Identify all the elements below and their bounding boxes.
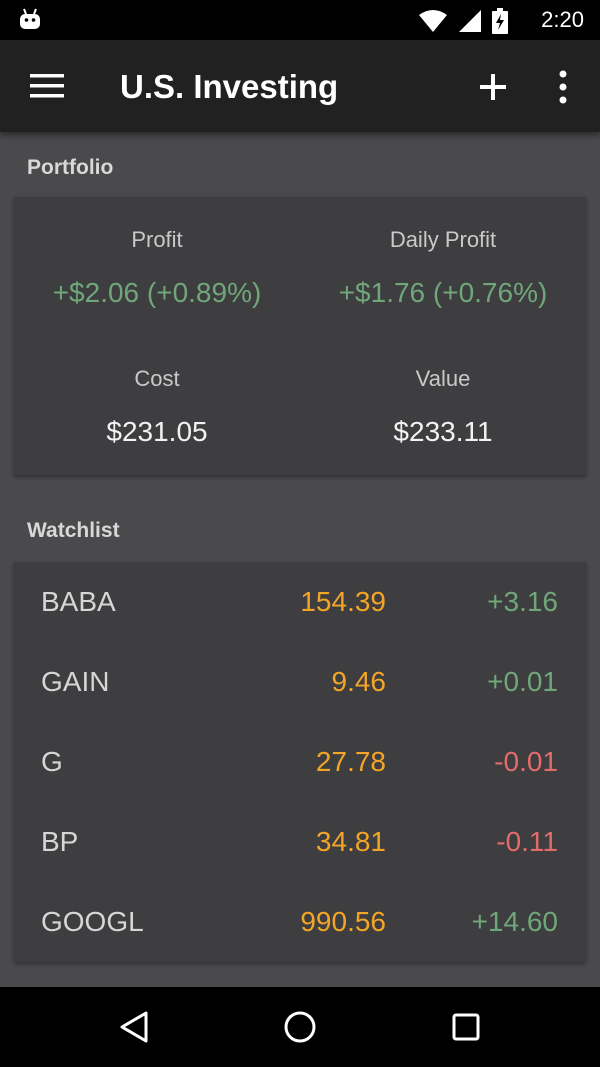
- daily-profit-value: +$1.76 (+0.76%): [338, 277, 548, 308]
- ticker-symbol: BABA: [41, 586, 116, 617]
- ticker-price: 154.39: [300, 586, 386, 617]
- profit-cell: Profit +$2.06 (+0.89%): [14, 227, 300, 309]
- portfolio-card: Profit +$2.06 (+0.89%) Daily Profit +$1.…: [14, 197, 586, 475]
- back-icon[interactable]: [114, 1007, 154, 1047]
- app-title: U.S. Investing: [120, 68, 339, 105]
- ticker-price: 9.46: [331, 666, 387, 697]
- ticker-price: 990.56: [300, 906, 386, 937]
- portfolio-section-label: Portfolio: [27, 156, 114, 179]
- value-label: Value: [415, 366, 471, 391]
- signal-icon: [459, 10, 481, 32]
- watchlist-row-bp[interactable]: BP 34.81 -0.11: [14, 802, 586, 882]
- system-navigation-bar: [0, 987, 600, 1067]
- cost-label: Cost: [134, 366, 180, 391]
- ticker-price: 34.81: [315, 826, 386, 857]
- ticker-symbol: BP: [41, 826, 79, 857]
- ticker-symbol: GOOGL: [41, 906, 144, 937]
- ticker-price: 27.78: [315, 746, 386, 777]
- ticker-symbol: G: [41, 746, 63, 777]
- status-bar: 2:20: [0, 0, 600, 40]
- watchlist-section-label: Watchlist: [27, 519, 120, 542]
- value-value: $233.11: [393, 416, 493, 447]
- watchlist-row-googl[interactable]: GOOGL 990.56 +14.60: [14, 882, 586, 962]
- profit-value: +$2.06 (+0.89%): [52, 277, 262, 308]
- value-cell: Value $233.11: [300, 366, 586, 448]
- menu-icon[interactable]: [30, 74, 64, 98]
- cost-cell: Cost $231.05: [14, 366, 300, 448]
- daily-profit-label: Daily Profit: [389, 227, 497, 252]
- profit-label: Profit: [131, 227, 183, 252]
- wifi-icon: [419, 10, 447, 32]
- watchlist-card: BABA 154.39 +3.16 GAIN 9.46 +0.01 G 27.7…: [14, 562, 586, 962]
- app-bar: U.S. Investing: [0, 40, 600, 132]
- battery-charging-icon: [492, 8, 508, 34]
- ticker-change: -0.11: [496, 826, 558, 857]
- ticker-change: +3.16: [487, 586, 558, 617]
- ticker-symbol: GAIN: [41, 666, 110, 697]
- watchlist-row-gain[interactable]: GAIN 9.46 +0.01: [14, 642, 586, 722]
- add-icon[interactable]: [478, 72, 508, 102]
- ticker-change: +14.60: [471, 906, 558, 937]
- recents-icon[interactable]: [446, 1007, 486, 1047]
- cost-value: $231.05: [106, 416, 208, 447]
- ticker-change: -0.01: [494, 746, 558, 777]
- clock-time: 2:20: [541, 7, 584, 32]
- watchlist-row-g[interactable]: G 27.78 -0.01: [14, 722, 586, 802]
- home-icon[interactable]: [280, 1007, 320, 1047]
- daily-profit-cell: Daily Profit +$1.76 (+0.76%): [300, 227, 586, 309]
- more-vert-icon[interactable]: [556, 70, 570, 104]
- ticker-change: +0.01: [487, 666, 558, 697]
- android-icon: [20, 8, 40, 29]
- watchlist-row-baba[interactable]: BABA 154.39 +3.16: [14, 562, 586, 642]
